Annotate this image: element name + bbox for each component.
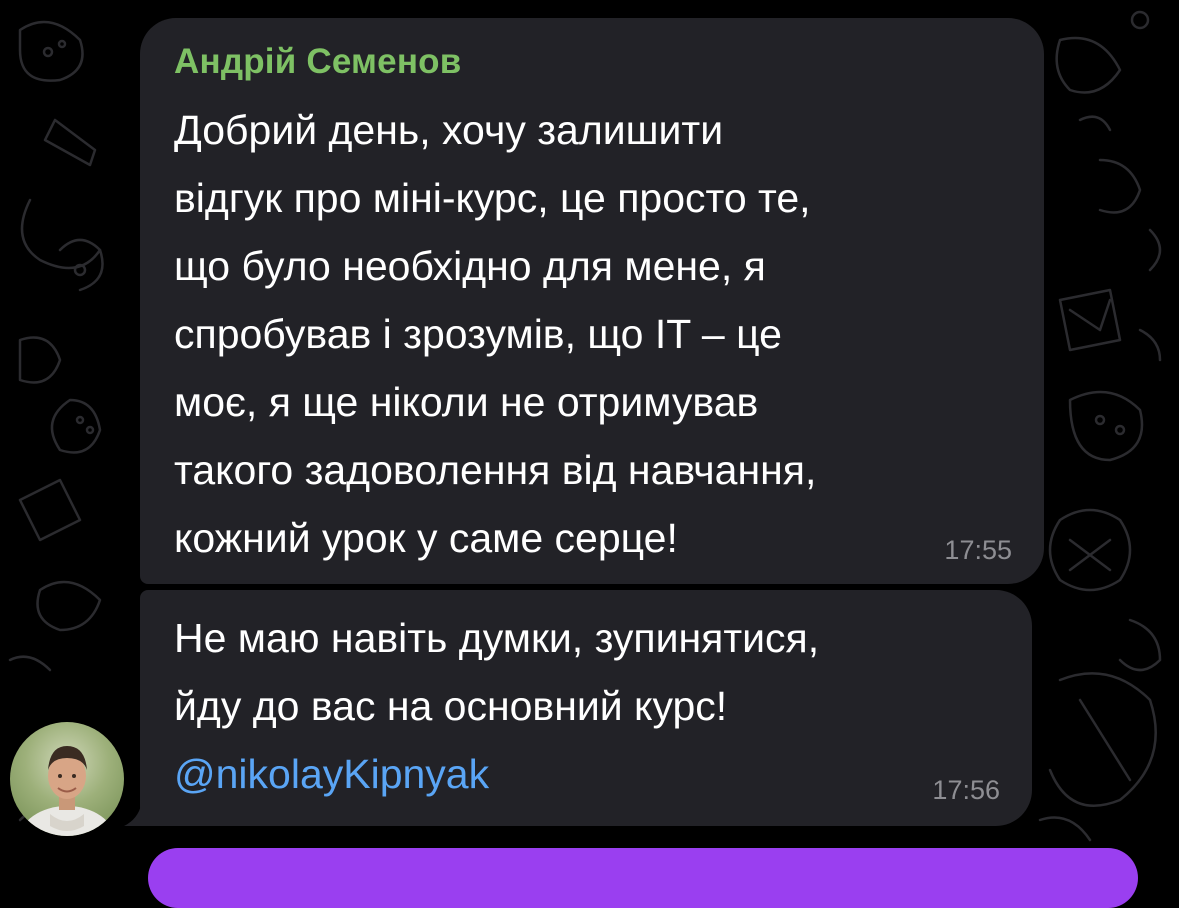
sender-avatar[interactable] — [10, 722, 124, 836]
message-text: Добрий день, хочу залишити відгук про мі… — [174, 96, 1024, 572]
message-line: спробував і зрозумів, що IT – це — [174, 311, 782, 357]
sender-name[interactable]: Андрій Семенов — [174, 42, 461, 82]
mention-link[interactable]: @nikolayKipnyak — [174, 740, 1024, 808]
message-timestamp: 17:56 — [932, 775, 1000, 805]
message-line: моє, я ще ніколи не отримував — [174, 379, 759, 425]
message-bubble[interactable]: Андрій Семенов Добрий день, хочу залишит… — [140, 18, 1044, 584]
message-line: відгук про міні-курс, це просто те, — [174, 175, 811, 221]
message-line: такого задоволення від навчання, — [174, 447, 817, 493]
message-text: Не маю навіть думки, зупинятися, йду до … — [174, 604, 1024, 808]
message-line: що було необхідно для мене, я — [174, 243, 766, 289]
message-line: йду до вас на основний курс! — [174, 683, 728, 729]
message-line: Не маю навіть думки, зупинятися, — [174, 615, 820, 661]
message-line: Добрий день, хочу залишити — [174, 107, 724, 153]
message-line: кожний урок у саме серце! — [174, 515, 678, 561]
message-timestamp: 17:55 — [944, 535, 1012, 565]
highlighted-message-bar — [148, 848, 1138, 908]
message-bubble[interactable]: Не маю навіть думки, зупинятися, йду до … — [140, 590, 1032, 826]
